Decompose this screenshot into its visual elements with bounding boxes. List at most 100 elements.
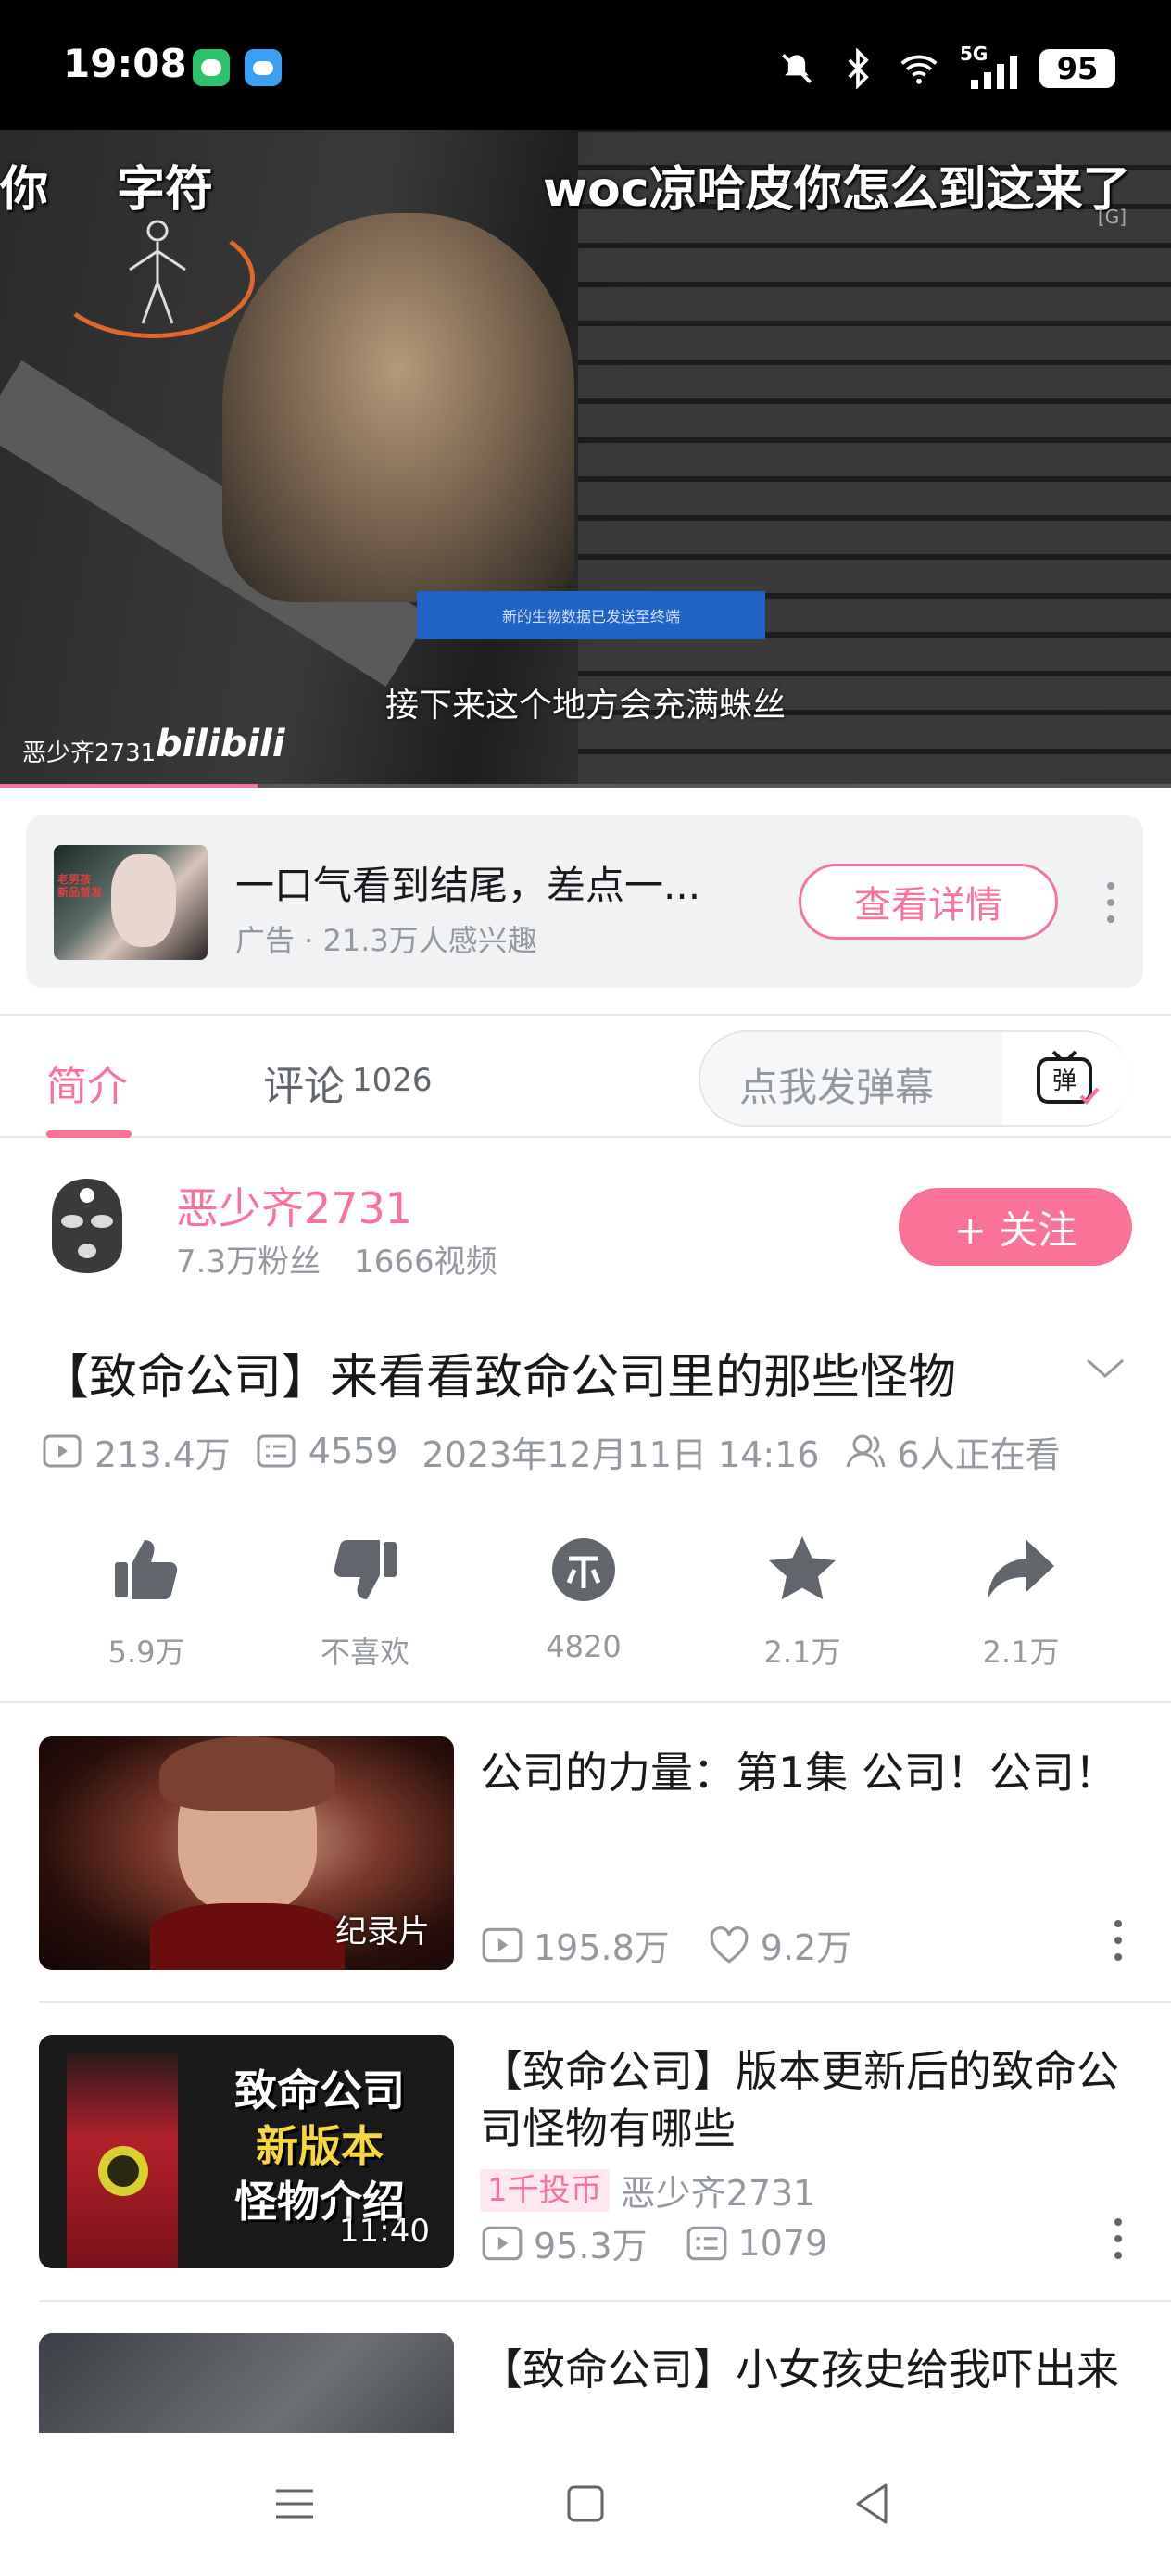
recommended-likes: 9.2万 <box>760 1927 852 1968</box>
watching-count: 6人正在看 <box>897 1433 1061 1475</box>
thumbs-up-icon <box>115 1540 178 1599</box>
recommended-title: 【致命公司】版本更新后的致命公司怪物有哪些 <box>480 2046 1119 2153</box>
like-count: 5.9万 <box>107 1635 185 1670</box>
battery-icon: 95 <box>1039 49 1115 88</box>
system-nav-bar <box>0 2433 1171 2576</box>
heart-icon <box>710 1926 749 1964</box>
ad-more-icon[interactable] <box>1106 882 1115 923</box>
video-progress-fill <box>0 784 258 788</box>
tab-intro[interactable]: 简介 <box>46 1053 128 1112</box>
dislike-label: 不喜欢 <box>320 1635 409 1670</box>
in-video-banner: 新的生物数据已发送至终端 <box>417 591 765 639</box>
uploader-stats: 7.3万粉丝 1666视频 <box>176 1236 497 1282</box>
danmaku-comment: woc凉哈皮你怎么到这来了 <box>543 162 1131 218</box>
recommended-title: 公司的力量：第1集 公司！公司！ <box>480 1748 1117 1798</box>
recommended-stats: 95.3万 1079 <box>480 2217 827 2268</box>
message-app-icon <box>193 49 230 86</box>
content-tabs: 简介 评论 1026 点我发弹幕 弹 <box>0 1014 1171 1138</box>
more-options-icon[interactable] <box>1114 1920 1123 1961</box>
danmaku-count-icon <box>686 2226 727 2260</box>
thumbs-down-icon <box>334 1540 397 1599</box>
video-subtitle: 接下来这个地方会充满蛛丝 <box>384 687 786 725</box>
dislike-button[interactable]: 不喜欢 <box>272 1533 458 1672</box>
coin-icon <box>552 1538 615 1601</box>
divider <box>39 2300 1171 2302</box>
recommended-thumbnail: 致命公司 新版本 怪物介绍 11:40 <box>39 2035 454 2268</box>
danmaku-count: 4559 <box>308 1431 398 1471</box>
share-button[interactable]: 2.1万 <box>928 1533 1114 1672</box>
watching-icon <box>846 1434 886 1468</box>
svg-text:弹: 弹 <box>1052 1067 1077 1095</box>
ad-thumbnail-text: 老男孩 新品首发 <box>57 873 103 899</box>
video-frame-room <box>222 213 574 602</box>
category-badge: 纪录片 <box>335 1913 430 1951</box>
favorite-count: 2.1万 <box>763 1635 841 1670</box>
recommended-video[interactable]: 致命公司 新版本 怪物介绍 11:40 【致命公司】版本更新后的致命公司怪物有哪… <box>39 2035 1132 2270</box>
video-player[interactable]: 你 字符 woc凉哈皮你怎么到这来了 [G] 新的生物数据已发送至终端 接下来这… <box>0 130 1171 788</box>
menu-icon[interactable] <box>267 2476 322 2532</box>
video-progress-bar[interactable] <box>0 784 1171 788</box>
comment-count: 1026 <box>352 1062 433 1099</box>
danmaku-input[interactable]: 点我发弹幕 弹 <box>699 1030 1130 1127</box>
recommended-views: 95.3万 <box>534 2226 648 2267</box>
coin-count: 4820 <box>546 1629 622 1664</box>
video-title: 【致命公司】来看看致命公司里的那些怪物 <box>41 1350 957 1406</box>
watermark-username: 恶少齐2731 <box>22 739 157 767</box>
recommended-danmaku: 1079 <box>737 2222 828 2264</box>
bluetooth-icon <box>848 48 869 89</box>
star-icon <box>769 1536 836 1600</box>
thumbnail-text-line: 致命公司 <box>234 2065 405 2115</box>
danmaku-comment: 字符 <box>117 162 214 218</box>
bilibili-logo: bilibili <box>156 723 285 765</box>
thumbnail-text-line: 新版本 <box>256 2121 384 2171</box>
coin-tag: 1千投币 <box>480 2168 610 2212</box>
recommended-title: 【致命公司】小女孩史给我吓出来 <box>480 2344 1119 2394</box>
back-icon[interactable] <box>845 2476 900 2532</box>
wifi-icon <box>900 55 938 84</box>
recommended-author-row: 1千投币 恶少齐2731 <box>480 2165 815 2216</box>
video-meta: 213.4万 4559 2023年12月11日 14:16 6人正在看 <box>41 1425 1061 1477</box>
tab-comments[interactable]: 评论 <box>263 1053 345 1112</box>
home-icon[interactable] <box>558 2476 613 2532</box>
publish-date: 2023年12月11日 14:16 <box>422 1433 820 1475</box>
ad-subtitle: 广告 · 21.3万人感兴趣 <box>235 923 537 958</box>
player-figure-graphic <box>129 220 186 324</box>
danmaku-tv-icon: 弹 <box>1037 1050 1100 1105</box>
follow-button[interactable]: + 关注 <box>899 1188 1132 1266</box>
divider <box>39 2001 1171 2003</box>
coin-button[interactable]: 4820 <box>491 1533 676 1664</box>
weather-app-icon <box>245 49 282 86</box>
share-count: 2.1万 <box>982 1635 1060 1670</box>
recommended-author: 恶少齐2731 <box>620 2173 816 2214</box>
cellular-signal-icon: 5G <box>960 43 1019 89</box>
share-arrow-icon <box>988 1540 1054 1599</box>
uploader-fans: 7.3万粉丝 <box>176 1244 321 1281</box>
duration-badge: 11:40 <box>339 2213 430 2250</box>
recommended-stats: 195.8万 9.2万 <box>480 1919 851 1970</box>
video-corner-tag: [G] <box>1097 206 1127 228</box>
uploader-video-count: 1666视频 <box>354 1244 497 1281</box>
like-button[interactable]: 5.9万 <box>54 1533 239 1672</box>
status-icons: 5G 95 <box>776 41 1115 96</box>
chevron-down-icon[interactable] <box>1082 1345 1128 1392</box>
danmaku-placeholder: 点我发弹幕 <box>739 1065 935 1110</box>
danmaku-toggle-button[interactable]: 弹 <box>1002 1032 1130 1125</box>
status-bar: 19:08 5G 95 <box>0 0 1171 130</box>
uploader-name[interactable]: 恶少齐2731 <box>176 1175 412 1236</box>
ad-thumbnail: 老男孩 新品首发 <box>54 845 208 960</box>
recommended-thumbnail: 纪录片 <box>39 1736 454 1970</box>
recommended-video[interactable]: 纪录片 公司的力量：第1集 公司！公司！ 195.8万 9.2万 <box>39 1736 1132 1972</box>
uploader-avatar[interactable] <box>44 1175 130 1277</box>
recommended-views: 195.8万 <box>534 1927 670 1968</box>
active-tab-indicator <box>46 1130 132 1138</box>
ad-details-button[interactable]: 查看详情 <box>799 864 1058 940</box>
divider <box>0 1701 1171 1703</box>
view-count: 213.4万 <box>94 1433 231 1475</box>
favorite-button[interactable]: 2.1万 <box>710 1533 895 1672</box>
play-count-icon <box>43 1434 82 1468</box>
danmaku-comment: 你 <box>0 162 49 218</box>
ad-card[interactable]: 老男孩 新品首发 一口气看到结尾，差点一... 广告 · 21.3万人感兴趣 查… <box>26 815 1143 988</box>
recommended-video[interactable]: 【致命公司】小女孩史给我吓出来 <box>39 2333 1132 2433</box>
play-count-icon <box>482 2226 523 2260</box>
more-options-icon[interactable] <box>1114 2218 1123 2259</box>
